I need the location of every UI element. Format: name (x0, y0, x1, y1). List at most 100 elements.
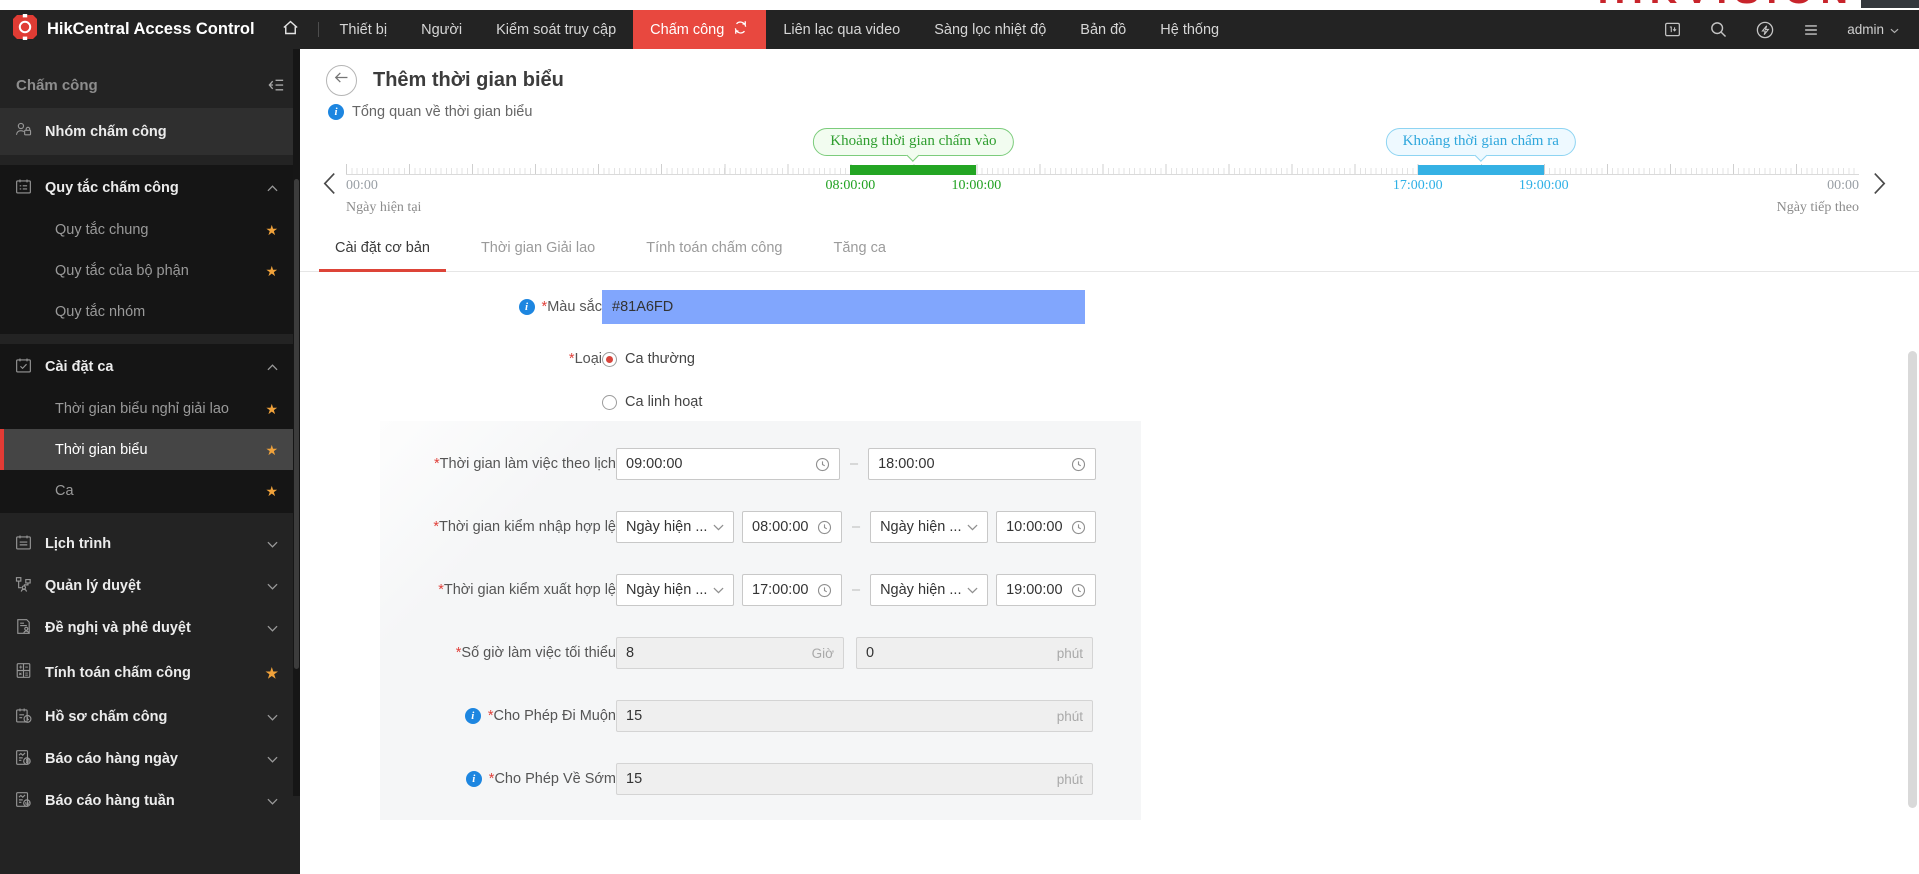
min-minutes-input[interactable]: phút (856, 637, 1093, 669)
sidebar-item-quy-tac-chung[interactable]: Quy tắc chung ★ (0, 209, 300, 250)
sidebar-title-text: Chấm công (16, 77, 98, 94)
info-icon[interactable] (465, 771, 482, 787)
early-allowance-input[interactable]: phút (616, 763, 1093, 795)
checkin-start-time-input[interactable] (742, 511, 842, 543)
sidebar-subitem-label: Quy tắc chung (55, 221, 149, 238)
nav-item-sang-loc-nhiet-do[interactable]: Sàng lọc nhiệt độ (917, 10, 1063, 49)
early-allowance-value[interactable] (626, 771, 1049, 787)
checkin-label-text: Thời gian kiểm nhập hợp lệ (438, 519, 616, 535)
checkin-end-time-input[interactable] (996, 511, 1097, 543)
nav-item-ban-do[interactable]: Bản đồ (1063, 10, 1143, 49)
checkin-end-day-select[interactable]: Ngày hiện ... (870, 511, 989, 543)
doc-person-icon (14, 617, 33, 640)
nav-item-thiet-bi[interactable]: Thiết bị (323, 10, 405, 49)
min-minutes-value[interactable] (866, 645, 1049, 661)
nav-item-nguoi[interactable]: Người (404, 10, 479, 49)
overview-row: Tổng quan về thời gian biểu (300, 104, 1919, 120)
scheduled-end-time-input[interactable] (868, 448, 1097, 480)
tab-cai-dat-co-ban[interactable]: Cài đặt cơ bản (319, 236, 446, 272)
sidebar-item-quy-tac-cua-bo-phan[interactable]: Quy tắc của bộ phận ★ (0, 250, 300, 291)
late-allowance-value[interactable] (626, 708, 1049, 724)
sidebar-item-de-nghi-va-phe-duyet[interactable]: Đề nghị và phê duyệt (0, 607, 300, 649)
check-out-range-bar[interactable] (1417, 165, 1544, 175)
sidebar-item-label: Quy tắc chấm công (45, 180, 179, 196)
info-icon[interactable] (328, 104, 344, 120)
tab-bar: Cài đặt cơ bản Thời gian Giải lao Tính toá… (300, 236, 1919, 272)
chevron-down-icon (267, 714, 278, 721)
user-menu[interactable]: admin (1847, 22, 1899, 37)
scheduled-start-time-input[interactable] (616, 448, 840, 480)
sidebar-scroll-thumb[interactable] (294, 179, 299, 669)
radio-button-unchecked[interactable] (602, 394, 617, 410)
cal-check-icon (14, 356, 33, 379)
tab-thoi-gian-giai-lao[interactable]: Thời gian Giải lao (479, 236, 597, 271)
color-picker[interactable]: #81A6FD (602, 290, 1085, 324)
sidebar-item-quan-ly-duyet[interactable]: Quản lý duyệt (0, 565, 300, 607)
sidebar-item-tinh-toan-cham-cong[interactable]: Tính toán chấm công ★ (0, 649, 300, 696)
support-icon[interactable] (1755, 20, 1775, 40)
tab-tinh-toan-cham-cong[interactable]: Tính toán chấm công (644, 236, 784, 271)
collapse-sidebar-icon[interactable] (267, 76, 286, 95)
info-icon[interactable] (518, 299, 535, 315)
back-button[interactable] (326, 64, 357, 96)
sidebar-item-thoi-gian-bieu[interactable]: Thời gian biểu ★ (0, 429, 300, 470)
checkout-start-value[interactable] (752, 582, 811, 598)
sidebar-item-quy-tac-nhom[interactable]: Quy tắc nhóm (0, 291, 300, 332)
sidebar-item-bao-cao-hang-tuan[interactable]: W Báo cáo hàng tuần (0, 780, 300, 822)
sidebar-item-lich-trinh[interactable]: Lịch trình (0, 523, 300, 565)
nav-divider (317, 22, 319, 37)
sidebar-item-cai-dat-ca[interactable]: Cài đặt ca (0, 346, 300, 388)
timeline-prev-arrow[interactable] (322, 172, 337, 200)
sidebar-subitem-label: Quy tắc của bộ phận (55, 262, 189, 279)
home-button[interactable] (267, 10, 314, 49)
min-hours-value[interactable] (626, 645, 804, 661)
tab-tang-ca[interactable]: Tăng ca (831, 236, 887, 271)
cal-icon (14, 533, 33, 556)
radio-label[interactable]: Ca thường (625, 351, 695, 367)
checkin-start-day-select[interactable]: Ngày hiện ... (616, 511, 734, 543)
menu-icon[interactable] (1802, 21, 1820, 39)
checkout-end-value[interactable] (1006, 582, 1066, 598)
scheduled-start-value[interactable] (626, 456, 809, 472)
nav-menu: Thiết bị Người Kiểm soát truy cập Chấm công… (323, 10, 1237, 49)
sidebar-item-quy-tac-cham-cong[interactable]: Quy tắc chấm công (0, 167, 300, 209)
checkout-end-day-select[interactable]: Ngày hiện ... (870, 574, 989, 606)
search-icon[interactable] (1709, 20, 1728, 39)
nav-item-label: Thiết bị (339, 21, 388, 38)
content-scrollbar-thumb[interactable] (1908, 351, 1917, 808)
timeline-next-arrow[interactable] (1872, 172, 1887, 200)
tab-label: Tính toán chấm công (646, 240, 783, 256)
radio-button-checked[interactable] (602, 351, 617, 367)
checkout-start-time-input[interactable] (742, 574, 842, 606)
nav-item-he-thong[interactable]: Hệ thống (1143, 10, 1236, 49)
sidebar-item-nhom-cham-cong[interactable]: Nhóm chấm công (0, 108, 300, 155)
info-icon[interactable] (464, 708, 481, 724)
early-label-text: Cho Phép Về Sớm (494, 771, 616, 787)
favorite-star-icon: ★ (265, 400, 278, 417)
select-value: Ngày hiện ... (626, 519, 707, 535)
nav-item-kiem-soat-truy-cap[interactable]: Kiểm soát truy cập (479, 10, 633, 49)
chevron-down-icon (267, 625, 278, 632)
nav-item-cham-cong[interactable]: Chấm công (633, 10, 767, 49)
checkin-end-value[interactable] (1006, 519, 1066, 535)
scheduled-end-value[interactable] (878, 456, 1066, 472)
download-center-icon[interactable] (1663, 20, 1682, 39)
late-allowance-input[interactable]: phút (616, 700, 1093, 732)
sidebar-item-bao-cao-hang-ngay[interactable]: D Báo cáo hàng ngày (0, 738, 300, 780)
minutes-unit: phút (1056, 708, 1083, 724)
checkout-end-time-input[interactable] (996, 574, 1097, 606)
checkout-start-day-select[interactable]: Ngày hiện ... (616, 574, 734, 606)
nav-item-label: Liên lạc qua video (783, 21, 901, 38)
favorite-star-icon: ★ (265, 441, 278, 458)
sidebar-item-ho-so-cham-cong[interactable]: Hồ sơ chấm công (0, 696, 300, 738)
nav-item-lien-lac-qua-video[interactable]: Liên lạc qua video (766, 10, 917, 49)
form-row-valid-checkin: *Thời gian kiểm nhập hợp lệ Ngày hiện ..… (380, 510, 1141, 544)
sidebar-item-thoi-gian-bieu-nghi-giai-lao[interactable]: Thời gian biểu nghỉ giải lao ★ (0, 388, 300, 429)
checkin-start-value[interactable] (752, 519, 811, 535)
minutes-unit: phút (1056, 771, 1083, 787)
radio-label[interactable]: Ca linh hoạt (625, 394, 702, 410)
min-hours-input[interactable]: Giờ (616, 637, 844, 669)
check-in-range-bar[interactable] (850, 165, 977, 175)
sidebar-item-ca[interactable]: Ca ★ (0, 470, 300, 511)
checkout-label-text: Thời gian kiểm xuất hợp lệ (443, 582, 616, 598)
